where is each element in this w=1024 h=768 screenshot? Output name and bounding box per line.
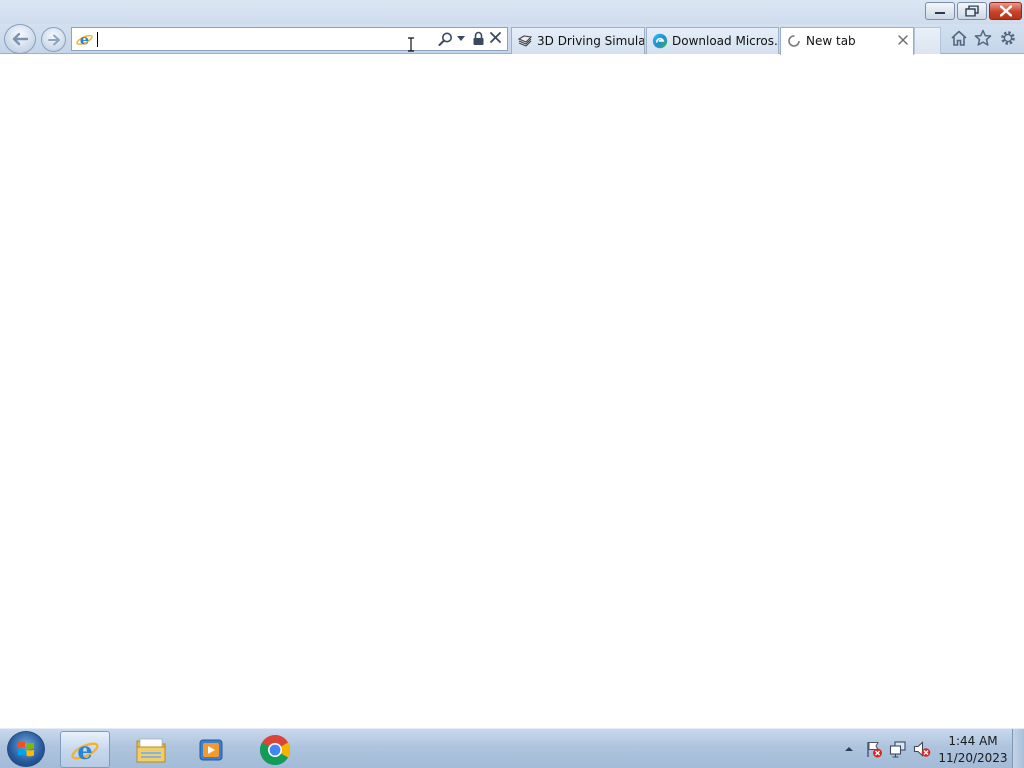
volume-muted-icon [913, 741, 931, 757]
internet-explorer-icon: e [71, 736, 99, 765]
home-button[interactable] [950, 29, 968, 47]
lock-icon [473, 31, 484, 45]
address-input[interactable] [96, 30, 426, 48]
system-clock[interactable]: 1:44 AM 11/20/2023 [938, 733, 1008, 767]
action-center-flag-icon [867, 742, 882, 758]
chrome-icon [260, 734, 291, 765]
taskbar-file-explorer[interactable] [126, 731, 176, 768]
new-tab-button[interactable] [914, 27, 941, 54]
address-bar[interactable]: e [71, 27, 508, 52]
favorites-button[interactable] [974, 29, 992, 47]
tools-button[interactable] [999, 29, 1017, 47]
start-button[interactable] [7, 731, 45, 767]
stop-x-icon [490, 32, 501, 43]
show-hidden-icons-arrow [845, 747, 853, 751]
network-icon [889, 741, 906, 758]
windows-logo-icon [18, 741, 34, 757]
volume-button[interactable] [913, 740, 931, 758]
text-caret [97, 32, 98, 47]
restore-icon [965, 5, 979, 17]
stop-button[interactable] [489, 31, 502, 47]
forward-button[interactable] [41, 27, 66, 52]
tab-download-microsoft[interactable]: Download Micros... [646, 27, 779, 54]
settings-gear-icon [1001, 31, 1015, 45]
action-center-button[interactable] [865, 740, 883, 758]
minimize-button[interactable] [925, 2, 955, 20]
svg-text:e: e [80, 31, 89, 48]
security-lock-button[interactable] [472, 31, 485, 47]
address-dropdown-button[interactable] [457, 36, 465, 52]
clock-time: 1:44 AM [948, 734, 998, 748]
close-button[interactable] [989, 2, 1022, 20]
page-stack-icon [517, 35, 533, 47]
page-content-area[interactable] [0, 55, 1024, 728]
favorites-star-icon [974, 29, 992, 46]
taskbar-media-player[interactable] [186, 731, 236, 768]
clock-date: 11/20/2023 [938, 751, 1008, 765]
search-icon [438, 32, 452, 46]
back-arrow-icon [12, 32, 29, 46]
close-icon [999, 5, 1012, 17]
tab-label: New tab [806, 34, 856, 48]
close-tab-icon[interactable] [897, 34, 909, 46]
navigation-bar: e 3D Driving Simula Download Micros... N… [0, 24, 1024, 55]
network-button[interactable] [889, 740, 907, 758]
search-button[interactable] [438, 31, 454, 47]
edge-logo-icon [652, 33, 668, 49]
tab-3d-driving-simulator[interactable]: 3D Driving Simula... [511, 27, 645, 54]
show-desktop-button[interactable] [1012, 729, 1024, 768]
taskbar-internet-explorer[interactable]: e [60, 731, 110, 768]
show-hidden-icons-button[interactable] [843, 744, 861, 762]
media-player-icon [199, 739, 223, 760]
svg-text:e: e [77, 736, 92, 765]
taskbar-chrome[interactable] [250, 731, 300, 768]
internet-explorer-page-icon: e [76, 31, 93, 48]
tab-new-tab[interactable]: New tab [780, 27, 914, 55]
restore-button[interactable] [957, 2, 987, 20]
text-cursor-ibeam-icon [408, 37, 414, 52]
back-button[interactable] [4, 24, 36, 54]
chevron-down-icon [457, 36, 465, 41]
forward-arrow-icon [47, 34, 60, 45]
window-title-bar [0, 0, 1024, 24]
tab-label: 3D Driving Simula... [537, 34, 645, 48]
taskbar: e 1:44 AM 11/20/2023 [0, 728, 1024, 768]
tab-label: Download Micros... [672, 34, 779, 48]
home-icon [951, 30, 967, 46]
minimize-icon [935, 12, 945, 14]
file-explorer-icon [136, 738, 166, 762]
loading-icon [788, 35, 800, 47]
